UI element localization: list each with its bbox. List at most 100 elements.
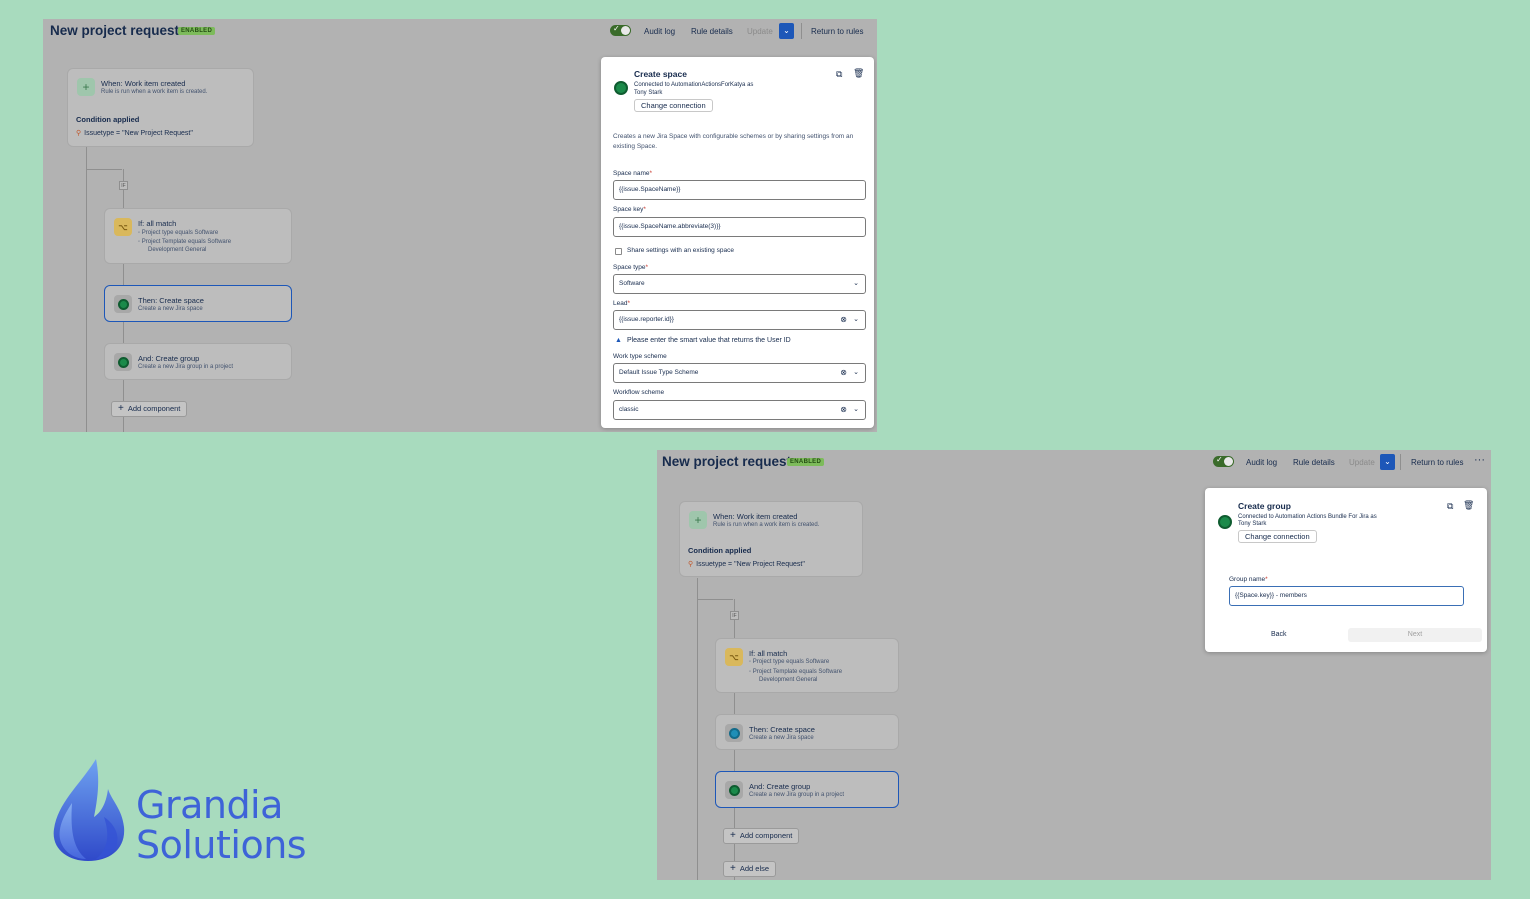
and-title: And: Create group <box>138 354 200 363</box>
jira-app-icon <box>725 724 743 742</box>
chevron-down-icon: ⌄ <box>853 316 859 323</box>
return-to-rules-link[interactable]: Return to rules <box>1411 458 1463 467</box>
and-title: And: Create group <box>749 782 811 791</box>
copy-icon[interactable]: ⧉ <box>1447 501 1453 512</box>
plus-icon: + <box>730 863 736 874</box>
flow-line <box>86 147 87 432</box>
group-name-label: Group name* <box>1229 576 1268 583</box>
check-icon: ✓ <box>613 24 620 33</box>
space-key-label: Space key* <box>613 206 646 213</box>
update-button[interactable]: Update <box>747 27 773 36</box>
trigger-title: When: Work item created <box>101 79 186 88</box>
chevron-down-icon: ⌄ <box>783 26 790 35</box>
trigger-subtitle: Rule is run when a work item is created. <box>713 522 820 528</box>
create-group-panel: Create group ⧉ 🗑 Connected to Automation… <box>1205 488 1487 652</box>
jira-app-icon <box>725 781 743 799</box>
top-bar: New project request ENABLED ✓ Audit log … <box>657 450 1491 476</box>
brand-logo: Grandia Solutions <box>50 757 307 867</box>
space-name-input[interactable]: {{issue.SpaceName}} <box>613 180 866 200</box>
trash-icon[interactable]: 🗑 <box>853 68 864 79</box>
and-create-group-node[interactable]: And: Create group Create a new Jira grou… <box>104 343 292 380</box>
trigger-node[interactable]: + When: Work item created Rule is run wh… <box>67 68 254 147</box>
trash-icon[interactable]: 🗑 <box>1463 500 1474 511</box>
plus-icon: + <box>118 403 124 414</box>
enable-toggle[interactable]: ✓ <box>610 24 631 36</box>
change-connection-button[interactable]: Change connection <box>634 99 713 112</box>
update-dropdown-button[interactable]: ⌄ <box>779 23 794 39</box>
flame-logo-icon <box>53 759 125 861</box>
plus-icon: + <box>730 830 736 841</box>
space-key-input[interactable]: {{issue.SpaceName.abbreviate(3)}} <box>613 217 866 237</box>
panel-title: Create group <box>1238 501 1291 511</box>
chevron-down-icon: ⌄ <box>1384 457 1391 466</box>
clear-icon[interactable]: ⊗ <box>840 311 847 329</box>
rule-details-link[interactable]: Rule details <box>1293 458 1335 467</box>
jira-app-icon <box>1218 515 1232 529</box>
share-settings-checkbox[interactable] <box>615 248 622 255</box>
then-create-space-node[interactable]: Then: Create space Create a new Jira spa… <box>715 714 899 750</box>
update-dropdown-button[interactable]: ⌄ <box>1380 454 1395 470</box>
add-else-button[interactable]: + Add else <box>723 861 777 877</box>
status-badge: ENABLED <box>787 458 825 466</box>
lead-select[interactable]: {{issue.reporter.id}} ⊗ ⌄ <box>613 310 866 330</box>
then-subtitle: Create a new Jira space <box>749 735 814 741</box>
then-title: Then: Create space <box>138 296 204 305</box>
audit-log-link[interactable]: Audit log <box>644 27 675 36</box>
audit-log-link[interactable]: Audit log <box>1246 458 1277 467</box>
space-name-label: Space name* <box>613 170 653 177</box>
flow-line <box>86 169 122 170</box>
clear-icon[interactable]: ⊗ <box>840 401 847 419</box>
if-title: If: all match <box>749 649 788 658</box>
change-connection-button[interactable]: Change connection <box>1238 530 1317 543</box>
condition-heading: Condition applied <box>688 546 752 555</box>
if-item: ◦ Project Template equals Software <box>749 669 843 675</box>
copy-icon[interactable]: ⧉ <box>836 69 842 80</box>
trigger-node[interactable]: + When: Work item created Rule is run wh… <box>679 501 863 577</box>
connection-user: Tony Stark <box>1238 521 1267 527</box>
space-type-select[interactable]: Software ⌄ <box>613 274 866 294</box>
back-button[interactable]: Back <box>1271 631 1287 638</box>
flow-line <box>697 599 733 600</box>
if-item: Development General <box>759 677 818 683</box>
and-create-group-node[interactable]: And: Create group Create a new Jira grou… <box>715 771 899 808</box>
connection-info: Connected to AutomationActionsForKatya a… <box>634 82 754 88</box>
condition-icon: ⌥ <box>114 218 132 236</box>
next-button[interactable]: Next <box>1348 628 1482 642</box>
condition-icon: ⌥ <box>725 648 743 666</box>
group-name-input[interactable]: {{Space.key}} - members <box>1229 586 1464 606</box>
add-component-button[interactable]: + Add component <box>723 828 800 844</box>
chevron-down-icon: ⌄ <box>853 369 859 376</box>
brand-name-line1: Grandia <box>136 783 283 827</box>
if-title: If: all match <box>138 219 177 228</box>
if-item: ◦ Project type equals Software <box>138 230 219 236</box>
lead-hint: ▲ Please enter the smart value that retur… <box>615 337 791 344</box>
return-to-rules-link[interactable]: Return to rules <box>811 27 863 36</box>
if-branch-marker: IF <box>730 611 739 620</box>
search-icon: ⚲ <box>76 130 82 137</box>
work-type-scheme-select[interactable]: Default Issue Type Scheme ⊗ ⌄ <box>613 363 866 383</box>
then-create-space-node[interactable]: Then: Create space Create a new Jira spa… <box>104 285 292 322</box>
jira-app-icon <box>114 353 132 371</box>
if-condition-node[interactable]: ⌥ If: all match ◦ Project type equals So… <box>104 208 292 264</box>
rule-details-link[interactable]: Rule details <box>691 27 733 36</box>
rule-editor-screenshot-space: New project request ENABLED ✓ Audit log … <box>43 19 877 432</box>
clear-icon[interactable]: ⊗ <box>840 364 847 382</box>
flow-line <box>697 578 698 880</box>
add-component-button[interactable]: + Add component <box>111 401 188 417</box>
more-icon[interactable]: ··· <box>1474 454 1485 466</box>
then-subtitle: Create a new Jira space <box>138 306 203 312</box>
search-icon: ⚲ <box>688 561 694 568</box>
if-item: Development General <box>148 247 207 253</box>
enable-toggle[interactable]: ✓ <box>1213 455 1234 467</box>
create-space-panel: Create space ⧉ 🗑 Connected to Automation… <box>601 57 874 428</box>
page-title: New project request <box>50 23 180 38</box>
warning-icon: ▲ <box>615 337 622 344</box>
if-condition-node[interactable]: ⌥ If: all match ◦ Project type equals So… <box>715 638 899 693</box>
if-item: ◦ Project type equals Software <box>749 659 830 665</box>
update-button[interactable]: Update <box>1349 458 1375 467</box>
top-bar: New project request ENABLED ✓ Audit log … <box>43 19 877 45</box>
space-type-label: Space type* <box>613 264 649 271</box>
plus-icon: + <box>689 511 707 529</box>
if-item: ◦ Project Template equals Software <box>138 239 232 245</box>
workflow-scheme-select[interactable]: classic ⊗ ⌄ <box>613 400 866 420</box>
